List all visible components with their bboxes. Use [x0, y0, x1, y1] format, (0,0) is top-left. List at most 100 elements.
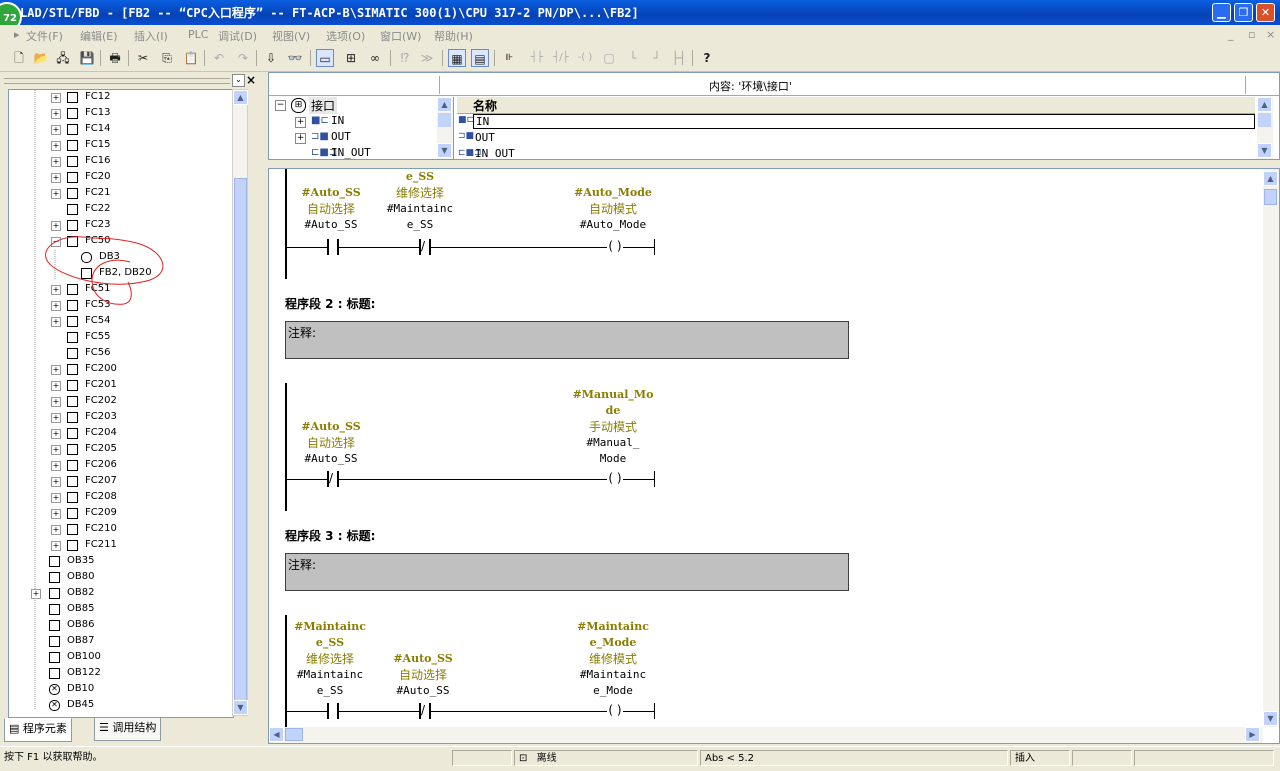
collapse-icon[interactable]: − [275, 100, 286, 111]
network-2-comment[interactable]: 注释: [285, 321, 849, 359]
coil-symbol: e_Mode [589, 636, 637, 649]
rung-wire [623, 247, 655, 248]
contact-no[interactable] [327, 703, 339, 719]
status-mode: 离线 [536, 753, 557, 764]
expand-icon[interactable]: + [295, 133, 306, 144]
interface-table-scrollbar[interactable]: ▲ ▼ [1257, 97, 1273, 159]
power-rail [285, 169, 287, 279]
coil-comment: 维修模式 [588, 652, 637, 666]
editor-vertical-scrollbar[interactable]: ▲ ▼ [1263, 169, 1279, 727]
status-help: 按下 F1 以获取帮助。 [4, 752, 103, 763]
network-3-title[interactable]: 程序段 3 : 标题: [285, 527, 375, 544]
interface-panel: 内容: '环境\接口' − ⊞ 接口 + ■⊏ IN + ⊐■ OUT ⊏■⊐ … [268, 72, 1280, 160]
nc-slash: / [421, 239, 426, 253]
coil-operand: #Maintainc [579, 668, 647, 681]
expand-icon[interactable]: + [295, 117, 306, 128]
status-insert: 插入 [1010, 750, 1070, 766]
table-row[interactable]: IN [473, 114, 1255, 129]
interface-table[interactable]: 名称 ■⊏ IN ⊐■ OUT ⊏■⊐ IN_OUT [457, 97, 1255, 159]
coil-operand: #Manual_ [586, 436, 640, 449]
coil-comment: 手动模式 [588, 420, 637, 434]
table-header [457, 97, 1255, 114]
coil-output[interactable]: ( ) [607, 471, 623, 487]
interface-root[interactable]: 接口 [309, 97, 338, 114]
power-rail [285, 383, 287, 511]
in-param-icon: ■⊏ [311, 115, 329, 126]
coil-operand: #Auto_Mode [579, 218, 647, 231]
plc-online-icon: ⊡ [519, 753, 528, 764]
contact-symbol: e_SS [315, 636, 345, 649]
coil-symbol: #Auto_Mode [574, 186, 652, 199]
editor-horizontal-scrollbar[interactable]: ◀ ▶ [269, 727, 1263, 743]
contact-nc[interactable]: / [419, 703, 431, 719]
nc-slash: / [421, 703, 426, 717]
contact-symbol: #Auto_SS [301, 186, 361, 199]
table-row[interactable]: OUT [475, 131, 495, 144]
scroll-down-button[interactable]: ▼ [1257, 143, 1272, 158]
contact-symbol: #Auto_SS [393, 652, 453, 665]
rung-wire [339, 711, 419, 712]
status-version: Abs < 5.2 [700, 750, 1008, 766]
interface-content-label: 内容: '环境\接口' [709, 80, 792, 93]
interface-tree-inout[interactable]: IN_OUT [331, 146, 371, 159]
column-header-name[interactable]: 名称 [473, 97, 497, 114]
scroll-down-button[interactable]: ▼ [437, 143, 452, 158]
contact-nc[interactable]: / [419, 239, 431, 255]
status-empty [1072, 750, 1132, 766]
tab-program-elements[interactable]: ▤ 程序元素 [4, 718, 72, 742]
contact-operand: #Auto_SS [396, 684, 450, 697]
contact-comment: 自动选择 [306, 436, 355, 450]
contact-symbol: #Auto_SS [301, 420, 361, 433]
header-divider [1245, 76, 1246, 94]
scroll-up-button[interactable]: ▲ [1263, 171, 1278, 186]
right-rail-stub [654, 471, 655, 487]
scroll-thumb[interactable] [1258, 113, 1271, 127]
interface-tree-in[interactable]: IN [331, 114, 344, 127]
interface-tree[interactable]: − ⊞ 接口 + ■⊏ IN + ⊐■ OUT ⊏■⊐ IN_OUT ▲ ▼ [271, 97, 454, 159]
contact-operand: e_SS [316, 684, 344, 697]
scroll-up-button[interactable]: ▲ [1257, 97, 1272, 112]
nc-slash: / [329, 471, 334, 485]
power-rail [285, 615, 287, 743]
coil-output[interactable]: ( ) [607, 239, 623, 255]
tab-label: 程序元素 [22, 722, 67, 735]
scroll-left-button[interactable]: ◀ [269, 727, 284, 742]
contact-operand: e_SS [406, 218, 434, 231]
interface-tree-out[interactable]: OUT [331, 130, 351, 143]
interface-root-icon: ⊞ [291, 98, 306, 113]
contact-nc[interactable]: / [327, 471, 339, 487]
table-row[interactable]: IN_OUT [475, 147, 515, 159]
network-2-title[interactable]: 程序段 2 : 标题: [285, 295, 375, 312]
network-3-comment[interactable]: 注释: [285, 553, 849, 591]
rung-wire [623, 711, 655, 712]
out-param-icon: ⊐■ [458, 131, 475, 141]
scroll-thumb[interactable] [1264, 189, 1277, 205]
scroll-right-button[interactable]: ▶ [1245, 727, 1260, 742]
status-mode-cell: ⊡ 离线 [514, 750, 698, 766]
rung-wire [339, 479, 607, 480]
status-bar: 按下 F1 以获取帮助。 ⊡ 离线 Abs < 5.2 插入 [0, 746, 1280, 771]
scroll-thumb[interactable] [285, 728, 303, 741]
scroll-up-button[interactable]: ▲ [437, 97, 452, 112]
contact-operand: #Maintainc [386, 202, 454, 215]
contact-operand: #Maintainc [296, 668, 364, 681]
ladder-editor[interactable]: #Auto_SS 自动选择 #Auto_SS e_SS 维修选择 #Maintainc e… [268, 168, 1280, 744]
contact-no[interactable] [327, 239, 339, 255]
interface-tree-scrollbar[interactable]: ▲ ▼ [437, 97, 453, 159]
coil-symbol: de [605, 404, 621, 417]
out-param-icon: ⊐■ [311, 131, 329, 142]
in-param-icon: ■⊏ [458, 115, 475, 125]
contact-operand: #Auto_SS [304, 218, 358, 231]
contact-symbol: #Maintainc [294, 620, 366, 633]
scroll-thumb[interactable] [438, 113, 451, 127]
scroll-down-button[interactable]: ▼ [1263, 711, 1278, 726]
contact-comment: 自动选择 [398, 668, 447, 682]
rung-wire [287, 711, 327, 712]
coil-output[interactable]: ( ) [607, 703, 623, 719]
contact-symbol: e_SS [405, 170, 435, 183]
rung-wire [287, 479, 327, 480]
status-empty [452, 750, 512, 766]
status-empty [1134, 750, 1274, 766]
rung-wire [287, 247, 327, 248]
coil-operand: Mode [599, 452, 627, 465]
